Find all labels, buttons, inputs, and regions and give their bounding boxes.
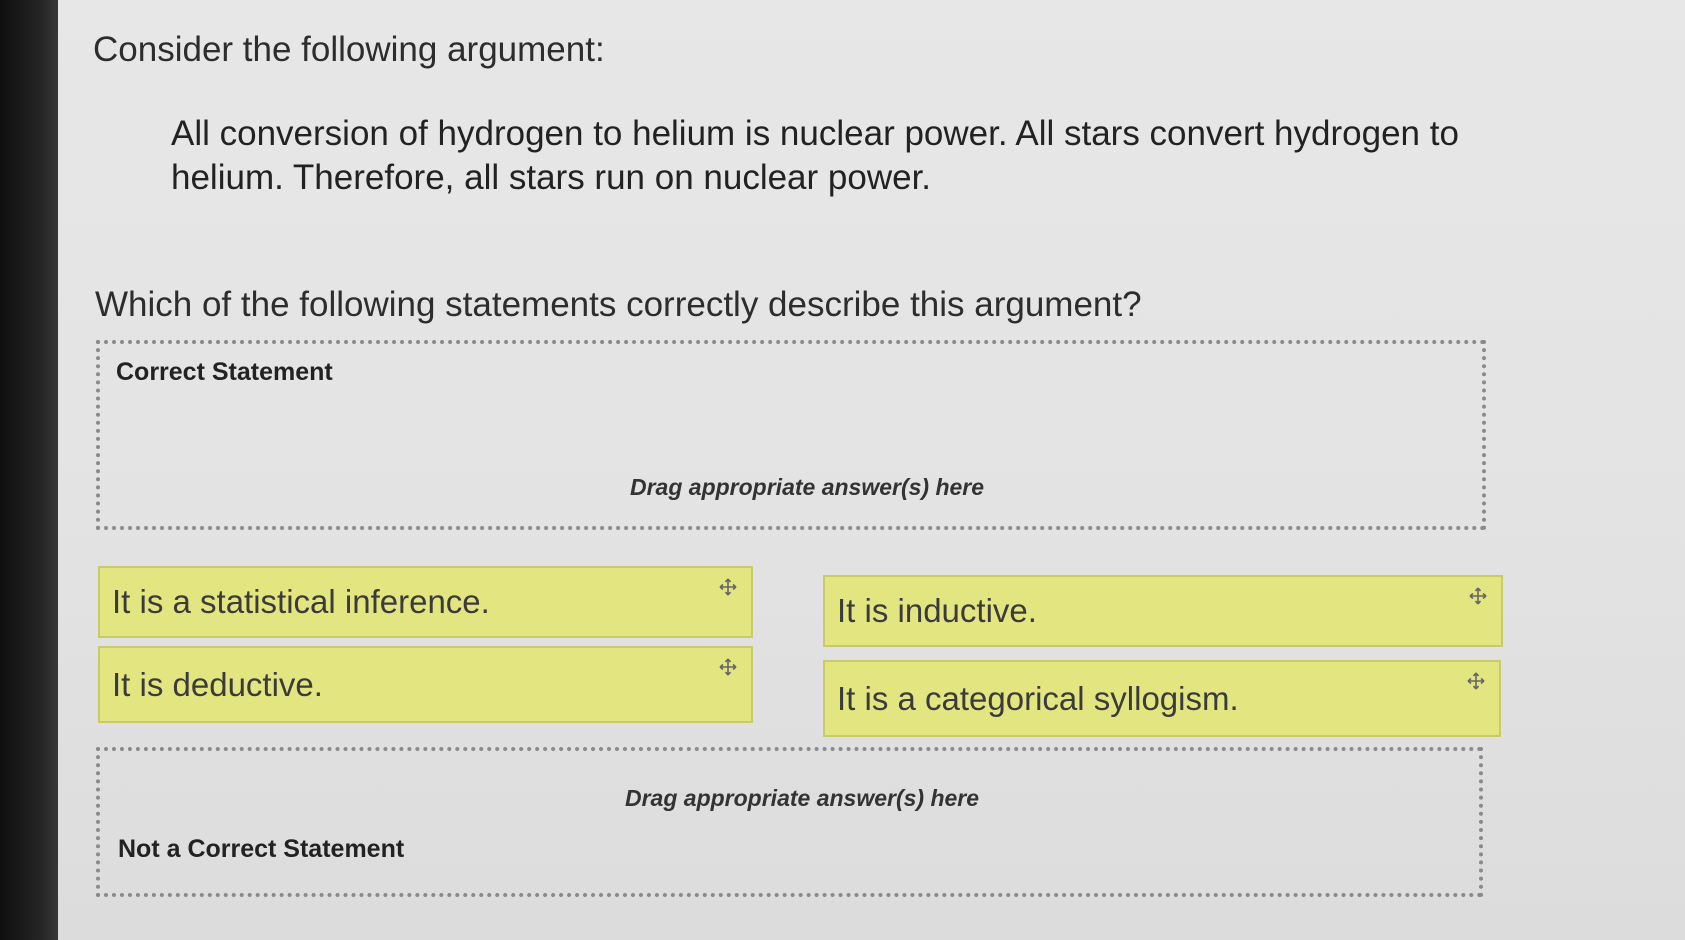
not-correct-statement-drop-zone[interactable]: Drag appropriate answer(s) here Not a Co…	[96, 747, 1483, 897]
correct-statement-label: Correct Statement	[116, 358, 333, 386]
answer-tile-label: It is a categorical syllogism.	[837, 679, 1239, 717]
answer-tile-statistical-inference[interactable]: It is a statistical inference.	[98, 566, 753, 638]
move-icon	[719, 578, 737, 596]
question-title: Consider the following argument:	[93, 30, 605, 69]
answer-tile-categorical-syllogism[interactable]: It is a categorical syllogism.	[823, 660, 1501, 737]
drop-hint: Drag appropriate answer(s) here	[625, 785, 980, 811]
argument-text: All conversion of hydrogen to helium is …	[171, 114, 1459, 197]
not-correct-statement-label: Not a Correct Statement	[118, 835, 405, 863]
question-prompt: Which of the following statements correc…	[95, 285, 1142, 324]
monitor-bezel	[0, 0, 60, 940]
answer-tile-label: It is deductive.	[112, 665, 323, 703]
answer-tile-inductive[interactable]: It is inductive.	[823, 575, 1503, 647]
move-icon	[719, 658, 737, 676]
move-icon	[1469, 587, 1487, 605]
move-icon	[1467, 672, 1485, 690]
answer-tile-deductive[interactable]: It is deductive.	[98, 646, 753, 723]
answer-tile-label: It is inductive.	[837, 592, 1037, 629]
answer-tile-label: It is a statistical inference.	[112, 583, 490, 620]
question-page: Consider the following argument: All con…	[58, 0, 1685, 940]
correct-statement-drop-zone[interactable]: Correct Statement Drag appropriate answe…	[96, 340, 1486, 530]
drop-hint: Drag appropriate answer(s) here	[630, 474, 985, 500]
